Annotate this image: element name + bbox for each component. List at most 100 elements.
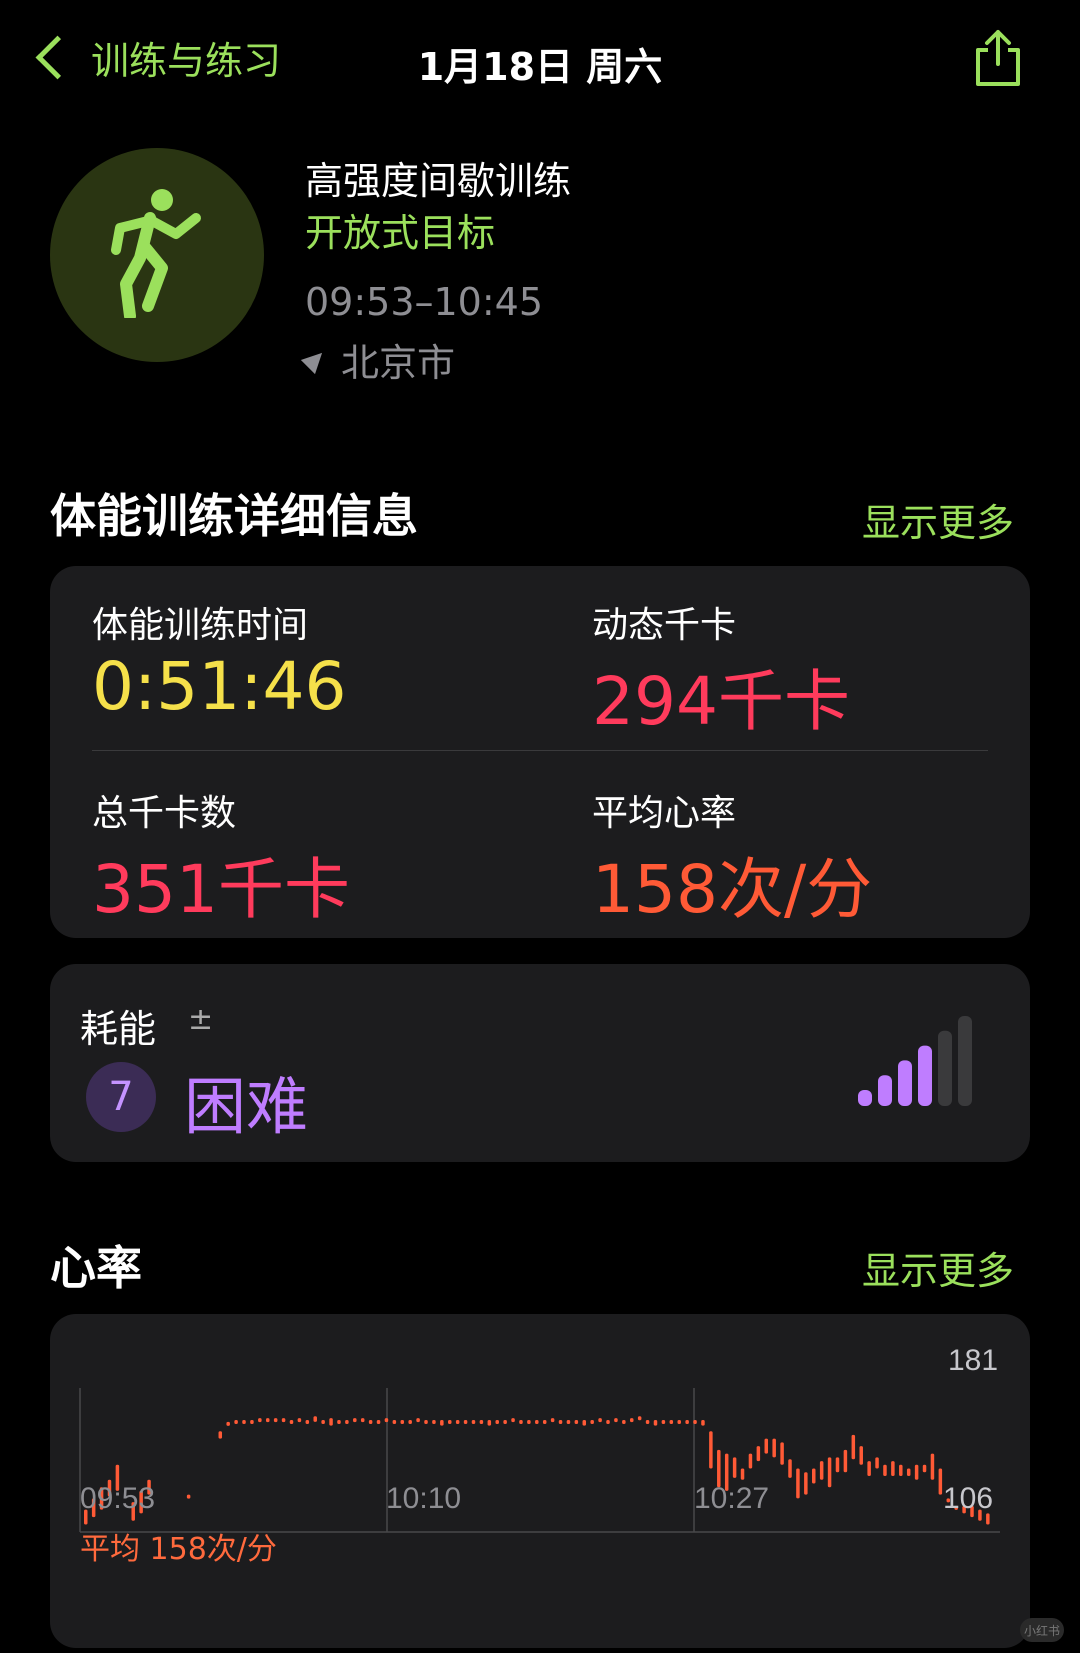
heart-rate-chart: [79, 1388, 1000, 1533]
hr-bar-89: [788, 1459, 792, 1478]
effort-bar-5: [958, 1016, 972, 1106]
hr-bar-92: [812, 1468, 816, 1484]
metric-label-avg-heart-rate: 平均心率: [592, 793, 737, 834]
hr-bar-95: [835, 1457, 840, 1473]
hr-bar-62: [574, 1420, 579, 1424]
workout-time-range: 09:53–10:45: [305, 280, 544, 324]
hr-bar-25: [281, 1418, 286, 1423]
chart-x-label-0: 09:53: [80, 1482, 156, 1515]
details-section-title: 体能训练详细信息: [50, 489, 418, 543]
hr-bar-71: [645, 1420, 650, 1424]
effort-level-text: 困难: [184, 1070, 309, 1143]
hr-bar-29: [313, 1416, 317, 1422]
chart-x-label-2: 10:27: [694, 1482, 770, 1515]
heart-rate-section-title: 心率: [50, 1241, 142, 1295]
hr-bar-24: [273, 1418, 278, 1423]
hr-bar-87: [772, 1438, 776, 1458]
hr-bar-44: [432, 1420, 436, 1424]
hr-bar-76: [685, 1420, 689, 1424]
effort-card[interactable]: 耗能 ± 7 困难: [50, 964, 1030, 1162]
hr-bar-77: [693, 1420, 697, 1424]
details-show-more-link[interactable]: 显示更多: [862, 492, 1014, 547]
effort-bar-4: [938, 1030, 952, 1106]
workout-location: 北京市: [300, 332, 456, 387]
hr-bar-93: [819, 1461, 824, 1480]
hr-bar-69: [630, 1418, 634, 1423]
effort-bar-0: [858, 1090, 872, 1106]
metric-label-total-calories: 总千卡数: [92, 793, 237, 834]
hr-bar-26: [289, 1420, 294, 1424]
hr-bar-97: [851, 1434, 856, 1460]
hr-bar-101: [883, 1464, 887, 1476]
hr-bar-68: [622, 1420, 626, 1424]
location-arrow-icon: [300, 345, 330, 374]
share-button[interactable]: [970, 28, 1026, 88]
hr-bar-107: [930, 1453, 935, 1480]
hr-bar-34: [353, 1418, 357, 1423]
hr-bar-47: [455, 1420, 460, 1424]
hr-bar-36: [368, 1420, 373, 1424]
hr-bar-79: [709, 1431, 713, 1469]
hr-bar-59: [550, 1418, 555, 1423]
hr-bar-72: [653, 1420, 658, 1426]
metric-value-duration: 0:51:46: [92, 648, 347, 725]
hr-bar-19: [234, 1420, 238, 1424]
page-title: 1月18日 周六: [417, 45, 663, 89]
metric-value-avg-heart-rate: 158次/分: [592, 851, 873, 928]
heart-rate-card[interactable]: 181 09:53 10:10 10:27 106 平均 158次/分: [50, 1314, 1030, 1648]
hr-bar-66: [606, 1420, 610, 1424]
hr-bar-90: [796, 1468, 800, 1499]
details-card[interactable]: 体能训练时间 0:51:46 动态千卡 294千卡 总千卡数 351千卡 平均心…: [50, 566, 1030, 938]
heart-rate-show-more-link[interactable]: 显示更多: [862, 1240, 1014, 1295]
location-label: 北京市: [341, 341, 456, 385]
chart-y-min-label: 106: [943, 1482, 994, 1515]
hr-bar-43: [424, 1420, 428, 1424]
hr-bar-103: [899, 1464, 903, 1476]
heart-rate-average: 平均 158次/分: [80, 1532, 277, 1567]
hr-bar-39: [392, 1420, 397, 1424]
effort-level-badge: 7: [86, 1062, 156, 1132]
hr-bar-70: [637, 1416, 642, 1421]
share-icon: [976, 30, 1020, 86]
workout-goal: 开放式目标: [305, 211, 496, 255]
chart-x-label-1: 10:10: [386, 1482, 462, 1515]
hr-bar-57: [535, 1420, 539, 1424]
hr-bar-102: [891, 1461, 895, 1476]
metric-label-active-calories: 动态千卡: [592, 605, 737, 646]
metric-value-active-calories: 294千卡: [592, 663, 850, 740]
hr-bar-85: [756, 1446, 761, 1462]
hr-bar-17: [218, 1431, 223, 1439]
watermark-badge: 小红书: [1020, 1618, 1064, 1642]
hr-bar-35: [360, 1418, 365, 1423]
running-figure-icon: [111, 189, 201, 318]
hr-bar-51: [487, 1420, 492, 1426]
hr-bar-22: [258, 1418, 262, 1423]
hr-bar-45: [440, 1420, 444, 1426]
hr-bar-55: [519, 1420, 523, 1424]
chart-y-max-label: 181: [948, 1344, 999, 1377]
hr-bar-65: [598, 1418, 602, 1423]
hr-bar-37: [376, 1420, 381, 1424]
effort-label: 耗能: [80, 1007, 157, 1051]
hr-bar-54: [511, 1418, 515, 1423]
effort-adjust-icon[interactable]: ±: [188, 1002, 213, 1037]
hr-bar-100: [875, 1457, 879, 1469]
hr-bar-52: [495, 1420, 499, 1424]
hr-bar-50: [479, 1420, 484, 1424]
hr-bar-27: [297, 1418, 302, 1423]
hr-bar-23: [266, 1418, 270, 1423]
effort-bar-1: [878, 1075, 892, 1106]
hr-bar-99: [867, 1461, 871, 1476]
hr-bar-20: [242, 1420, 246, 1424]
hr-bar-104: [906, 1468, 911, 1476]
effort-bar-2: [898, 1060, 912, 1106]
hr-bar-82: [732, 1457, 737, 1478]
hr-bar-63: [582, 1420, 587, 1426]
hr-bar-64: [590, 1420, 594, 1424]
hr-bar-106: [922, 1464, 927, 1473]
hr-bar-53: [503, 1420, 507, 1424]
hr-bar-83: [740, 1468, 745, 1480]
hr-bar-40: [400, 1420, 405, 1424]
hr-bar-105: [914, 1464, 919, 1480]
hr-bar-41: [408, 1420, 412, 1424]
